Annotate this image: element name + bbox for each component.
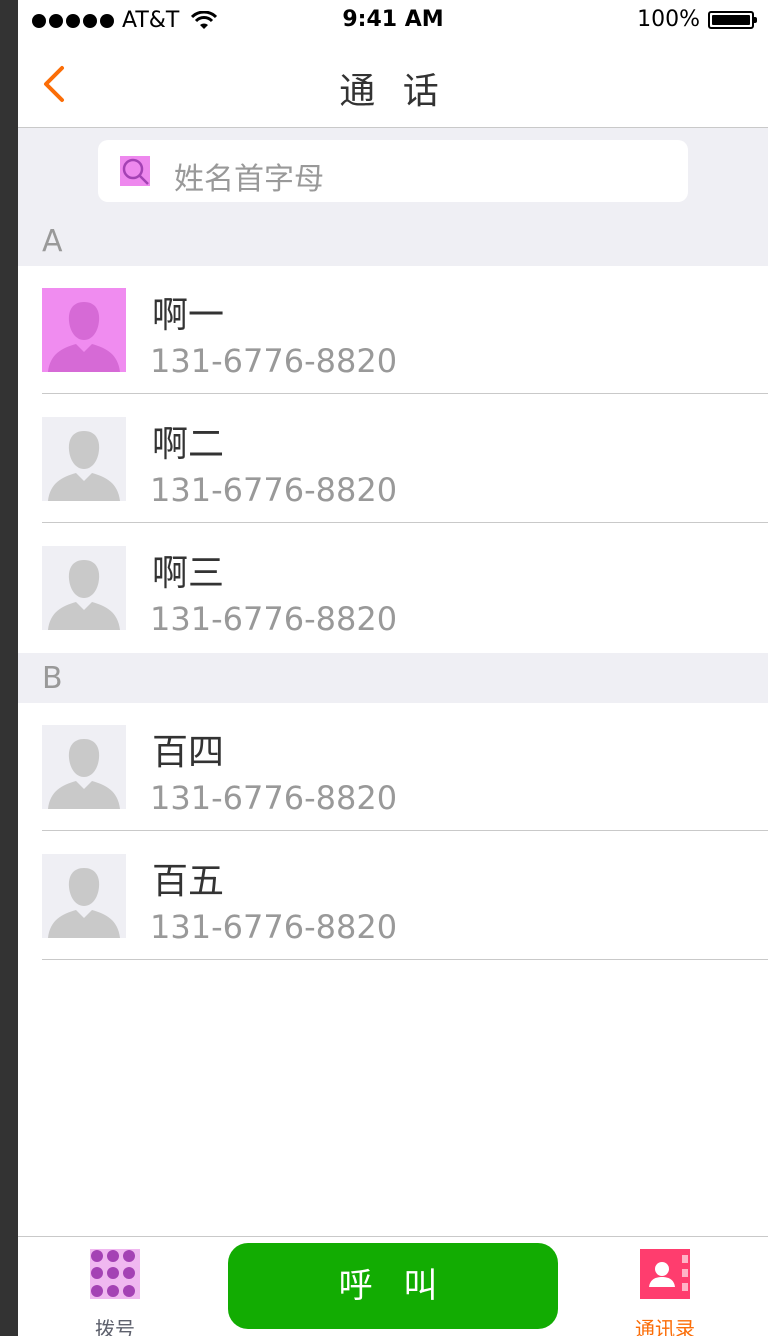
tab-dial-label: 拨号 <box>95 1317 135 1336</box>
search-placeholder: 姓名首字母 <box>174 162 324 197</box>
contact-name: 百四 <box>152 732 225 773</box>
contact-name: 百五 <box>152 861 225 902</box>
row-divider <box>42 830 768 831</box>
tab-contacts-label: 通讯录 <box>635 1317 695 1336</box>
contact-phone: 131-6776-8820 <box>150 342 398 380</box>
section-header-a: A <box>18 216 768 266</box>
app-screen: AT&T 9:41 AM 100% 通 话 姓名首字母 A 啊一 131-677… <box>18 0 768 1336</box>
tab-contacts[interactable]: 通讯录 <box>620 1249 710 1336</box>
avatar-icon <box>42 288 126 372</box>
contact-phone: 131-6776-8820 <box>150 600 398 638</box>
avatar-icon <box>42 417 126 501</box>
row-divider <box>42 959 768 960</box>
contact-row[interactable]: 啊三 131-6776-8820 <box>18 524 768 652</box>
contact-name: 啊二 <box>152 424 225 465</box>
contact-row[interactable]: 啊二 131-6776-8820 <box>18 395 768 523</box>
row-divider <box>42 522 768 523</box>
contact-phone: 131-6776-8820 <box>150 779 398 817</box>
search-area: 姓名首字母 <box>18 128 768 216</box>
contact-name: 啊三 <box>152 553 225 594</box>
status-bar: AT&T 9:41 AM 100% <box>18 0 768 40</box>
section-letter: B <box>42 661 63 696</box>
tab-dial[interactable]: 拨号 <box>70 1249 160 1336</box>
avatar-icon <box>42 546 126 630</box>
section-header-b: B <box>18 653 768 703</box>
row-divider <box>42 393 768 394</box>
avatar-icon <box>42 854 126 938</box>
search-icon <box>120 156 150 186</box>
contact-row[interactable]: 百五 131-6776-8820 <box>18 832 768 960</box>
dialpad-icon <box>90 1249 140 1299</box>
address-book-icon <box>640 1249 690 1299</box>
status-right: 100% <box>637 7 757 32</box>
contact-row[interactable]: 百四 131-6776-8820 <box>18 703 768 831</box>
contact-phone: 131-6776-8820 <box>150 908 398 946</box>
search-input[interactable]: 姓名首字母 <box>98 140 688 202</box>
contact-name: 啊一 <box>152 295 225 336</box>
contact-phone: 131-6776-8820 <box>150 471 398 509</box>
left-edge-strip <box>0 0 18 1336</box>
contact-row[interactable]: 啊一 131-6776-8820 <box>18 266 768 394</box>
battery-icon <box>708 10 757 29</box>
section-letter: A <box>42 224 63 259</box>
page-title: 通 话 <box>339 71 447 112</box>
nav-bar: 通 话 <box>18 40 768 128</box>
bottom-toolbar: 拨号 呼 叫 通讯录 <box>18 1236 768 1336</box>
battery-percent: 100% <box>637 7 700 32</box>
call-button[interactable]: 呼 叫 <box>228 1243 558 1329</box>
avatar-icon <box>42 725 126 809</box>
